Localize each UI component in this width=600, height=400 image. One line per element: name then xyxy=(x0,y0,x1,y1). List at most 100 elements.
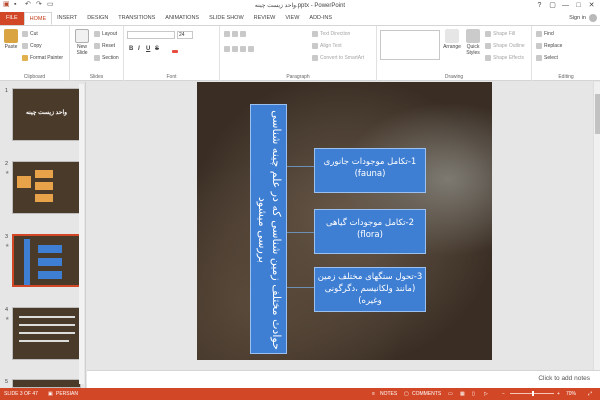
slideshow-view-icon[interactable]: ▷ xyxy=(484,391,488,397)
convert-smartart-button[interactable]: Convert to SmartArt xyxy=(312,55,364,61)
editor-scrollbar-thumb[interactable] xyxy=(595,94,600,134)
slide-sorter-icon[interactable]: ▦ xyxy=(460,391,465,397)
tab-add-ins[interactable]: ADD-INS xyxy=(304,12,337,25)
connector-line xyxy=(287,232,314,233)
replace-button[interactable]: Replace xyxy=(536,43,562,49)
paragraph-group: Text Direction Align Text Convert to Sma… xyxy=(220,26,377,82)
thumbnail-text-line xyxy=(19,340,69,342)
new-slide-label: New Slide xyxy=(76,44,88,56)
spelling-icon[interactable]: ▣ xyxy=(48,391,53,397)
cut-button[interactable]: Cut xyxy=(22,31,38,37)
reset-button[interactable]: Reset xyxy=(94,43,115,49)
shapes-gallery[interactable] xyxy=(380,30,440,60)
animation-star-icon: ★ xyxy=(5,316,10,322)
vertical-title-box[interactable]: حوادث مختلف زمین شناسی که در علم چینه شن… xyxy=(250,104,287,354)
tab-insert[interactable]: INSERT xyxy=(52,12,82,25)
copy-icon xyxy=(22,43,28,49)
numbering-icon xyxy=(232,31,238,37)
thumbnail-number: 1 xyxy=(5,88,9,94)
italic-button[interactable]: I xyxy=(138,46,140,52)
shape-effects-label: Shape Effects xyxy=(493,55,525,61)
tab-home[interactable]: HOME xyxy=(23,12,53,25)
content-box-1[interactable]: 1-تکامل موجودات جانوری (fauna) xyxy=(314,148,426,193)
comments-toggle-icon[interactable]: ▢ xyxy=(404,391,409,397)
effects-icon xyxy=(485,55,491,61)
editor-scrollbar[interactable] xyxy=(593,82,600,370)
strikethrough-button[interactable]: S xyxy=(155,46,159,52)
font-name-select[interactable] xyxy=(127,31,175,39)
font-color-button[interactable] xyxy=(172,46,178,53)
zoom-out-button[interactable]: − xyxy=(502,391,505,397)
paste-button[interactable]: Paste xyxy=(2,29,20,50)
normal-view-icon[interactable]: ▭ xyxy=(448,391,453,397)
new-slide-button[interactable]: New Slide xyxy=(72,29,92,56)
zoom-level[interactable]: 70% xyxy=(566,391,576,397)
zoom-slider-handle[interactable] xyxy=(532,391,534,396)
shape-outline-button[interactable]: Shape Outline xyxy=(485,43,525,49)
section-icon xyxy=(94,55,100,61)
current-slide[interactable]: حوادث مختلف زمین شناسی که در علم چینه شن… xyxy=(197,82,492,360)
format-painter-label: Format Painter xyxy=(30,55,64,61)
justify-icon xyxy=(248,46,254,52)
underline-button[interactable]: U xyxy=(146,46,150,52)
scissors-icon xyxy=(22,31,28,37)
replace-label: Replace xyxy=(544,43,563,49)
tab-transitions[interactable]: TRANSITIONS xyxy=(113,12,160,25)
text-direction-button[interactable]: Text Direction xyxy=(312,31,350,37)
quick-styles-button[interactable]: Quick Styles xyxy=(463,29,483,56)
bold-button[interactable]: B xyxy=(129,46,133,52)
slide-thumbnail-1[interactable]: واحد زیست چینه xyxy=(12,88,81,141)
font-size-select[interactable]: 24 xyxy=(177,31,193,39)
content-box-3[interactable]: 3-تحول سنگهای مختلف زمین (مانند ولکانیسم… xyxy=(314,267,426,312)
tab-file[interactable]: FILE xyxy=(0,12,24,25)
tab-view[interactable]: VIEW xyxy=(280,12,304,25)
connector-line xyxy=(287,287,314,288)
tab-slide-show[interactable]: SLIDE SHOW xyxy=(204,12,249,25)
slide-thumbnail-5[interactable] xyxy=(12,379,81,388)
fit-slide-icon[interactable]: ⤢ xyxy=(588,391,592,397)
align-buttons[interactable] xyxy=(224,46,254,52)
language-indicator[interactable]: PERSIAN xyxy=(56,391,78,397)
font-color-icon xyxy=(172,50,178,53)
align-right-icon xyxy=(240,46,246,52)
tab-design[interactable]: DESIGN xyxy=(82,12,113,25)
reading-view-icon[interactable]: ▯ xyxy=(472,391,475,397)
maximize-button[interactable]: □ xyxy=(572,0,585,11)
thumbnails-scrollbar[interactable] xyxy=(79,84,84,384)
shape-effects-button[interactable]: Shape Effects xyxy=(485,55,524,61)
section-button[interactable]: Section xyxy=(94,55,119,61)
ribbon-display-options-icon[interactable]: ▢ xyxy=(546,0,559,11)
thumbnail-shape xyxy=(17,176,31,188)
notes-toggle-icon[interactable]: ≡ xyxy=(372,391,375,397)
arrange-icon xyxy=(445,29,459,43)
slide-thumbnail-2[interactable] xyxy=(12,161,81,214)
slide-thumbnail-4[interactable] xyxy=(12,307,81,360)
tab-animations[interactable]: ANIMATIONS xyxy=(160,12,204,25)
font-group-label: Font xyxy=(166,74,177,80)
shape-fill-button[interactable]: Shape Fill xyxy=(485,31,515,37)
avatar[interactable] xyxy=(589,14,597,22)
find-button[interactable]: Find xyxy=(536,31,554,37)
align-text-button[interactable]: Align Text xyxy=(312,43,342,49)
layout-button[interactable]: Layout xyxy=(94,31,117,37)
notes-pane[interactable]: Click to add notes xyxy=(87,370,600,388)
help-icon[interactable]: ? xyxy=(533,0,546,11)
sign-in-link[interactable]: Sign in xyxy=(569,15,586,21)
thumbnail-title: واحد زیست چینه xyxy=(25,110,68,116)
copy-button[interactable]: Copy xyxy=(22,43,42,49)
format-painter-button[interactable]: Format Painter xyxy=(22,55,63,61)
zoom-in-button[interactable]: + xyxy=(557,391,560,397)
slide-thumbnail-3[interactable] xyxy=(12,234,81,287)
minimize-button[interactable]: — xyxy=(559,0,572,11)
comments-button[interactable]: COMMENTS xyxy=(412,391,441,397)
bullets-button[interactable] xyxy=(224,31,246,37)
align-text-icon xyxy=(312,43,318,49)
paragraph-group-label: Paragraph xyxy=(286,74,310,80)
shape-fill-label: Shape Fill xyxy=(493,31,516,37)
arrange-button[interactable]: Arrange xyxy=(442,29,462,50)
close-button[interactable]: ✕ xyxy=(585,0,598,11)
tab-review[interactable]: REVIEW xyxy=(249,12,281,25)
notes-button[interactable]: NOTES xyxy=(380,391,397,397)
select-button[interactable]: Select xyxy=(536,55,558,61)
content-box-2[interactable]: 2-تکامل موجودات گیاهی (flora) xyxy=(314,209,426,254)
